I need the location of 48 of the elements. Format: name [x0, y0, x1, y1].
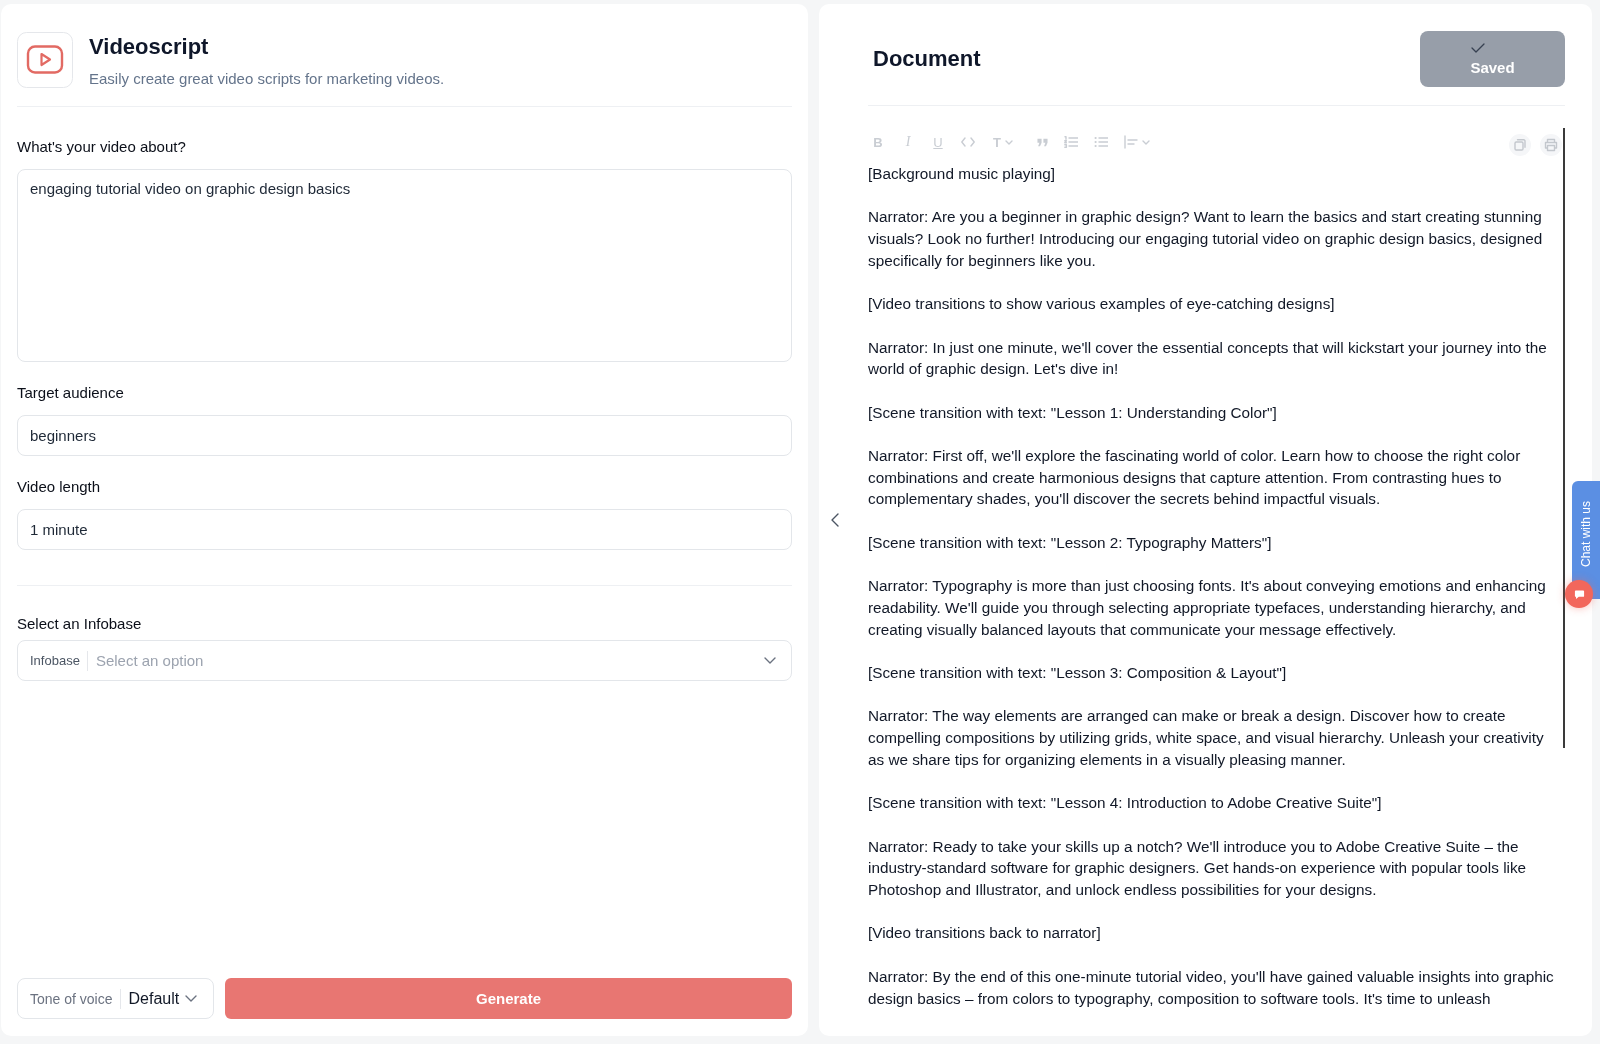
app-title: Videoscript: [89, 33, 209, 61]
description-field[interactable]: engaging tutorial video on graphic design basics: [17, 169, 792, 362]
scrollbar-thumb[interactable]: [1563, 128, 1565, 748]
quote-icon[interactable]: [1036, 137, 1048, 147]
script-paragraph: [Scene transition with text: "Lesson 4: Introduction to Adobe Creative Suite"]: [868, 793, 1383, 814]
chevron-left-icon[interactable]: [831, 513, 839, 527]
script-paragraph: [Video transitions to show various examples of eye-catching designs]: [868, 294, 1336, 315]
chevron-down-icon: [185, 995, 197, 1002]
check-icon: [1470, 42, 1485, 53]
document-title: Document: [873, 46, 981, 72]
chevron-down-icon: [764, 657, 776, 664]
field-label: Video length: [17, 477, 101, 497]
script-paragraph: Narrator: First off, we'll explore the fascinating world of color. Learn how to choose the right color combinations and create harmonious designs that capture attention. From contrasting hues to complementary shades, you'll discover the secrets behind impactful visuals.: [868, 446, 1522, 510]
video-play-icon: [17, 32, 73, 88]
script-paragraph: Narrator: Typography is more than just choosing fonts. It's about conveying emotions and enhancing readability. We'll guide you through selecting appropriate typefaces, understanding hierarchy, and creating visually balanced layouts that communicate your message effectively.: [868, 576, 1547, 640]
script-paragraph: [Video transitions back to narrator]: [868, 923, 1102, 944]
script-paragraph: [Scene transition with text: "Lesson 2: Typography Matters"]: [868, 532, 1273, 553]
select-prefix: Tone of voice: [30, 990, 113, 1007]
align-left-icon[interactable]: [1123, 135, 1138, 149]
bullet-list-icon[interactable]: [1093, 136, 1108, 148]
script-paragraph: Narrator: By the end of this one-minute tutorial video, you'll have gained valuable insights into graphic design basics – from colors to typography, composition to software tools. It's time to unleash: [868, 966, 1555, 1009]
script-paragraph: Narrator: The way elements are arranged can make or break a design. Discover how to create compelling compositions by utilizing grids, white space, and visual hierarchy. Unleash your creativity as we share tips for organizing elements in a visually pleasing manner.: [868, 706, 1545, 770]
text-field[interactable]: beginners: [17, 415, 792, 456]
chat-bubble-icon: [1573, 588, 1585, 600]
text-field[interactable]: 1 minute: [17, 509, 792, 550]
script-paragraph: [Scene transition with text: "Lesson 3: Composition & Layout"]: [868, 663, 1288, 684]
print-icon[interactable]: [1540, 134, 1562, 156]
select-prefix: Infobase: [30, 653, 80, 668]
select-value: Default: [128, 989, 181, 1008]
caret-icon[interactable]: [1141, 139, 1150, 145]
script-paragraph: [Background music playing]: [868, 164, 1057, 184]
app-subtitle: Easily create great video scripts for marketing videos.: [89, 69, 445, 89]
copy-icon[interactable]: [1509, 134, 1531, 156]
script-paragraph: [Scene transition with text: "Lesson 1: Understanding Color"]: [868, 402, 1278, 423]
script-paragraph: Narrator: Are you a beginner in graphic design? Want to learn the basics and start creating stunning visuals? Look no further! Introducing our engaging tutorial video on graphic design basics, designed specifically for beginners like you.: [868, 207, 1544, 271]
generate-button[interactable]: Generate: [225, 978, 792, 1019]
code-icon[interactable]: [961, 137, 975, 147]
field-label: Target audience: [17, 383, 124, 403]
select-placeholder: Select an option: [95, 652, 205, 669]
chat-tab[interactable]: Chat with us: [1572, 481, 1600, 599]
field-label: Select an Infobase: [17, 614, 142, 634]
field-label: What's your video about?: [17, 137, 186, 157]
save-button[interactable]: Saved: [1420, 31, 1565, 87]
script-paragraph: Narrator: Ready to take your skills up a notch? We'll introduce you to Adobe Creative Suite – the industry-standard software for graphic designers. Get hands-on experience with popular tools like Photoshop and Illustrator, and unlock endless possibilities for your designs.: [868, 836, 1528, 901]
numbered-list-icon[interactable]: [1063, 136, 1078, 148]
infobase-select[interactable]: Infobase Select an option: [17, 640, 792, 681]
script-paragraph: Narrator: In just one minute, we'll cover the essential concepts that will kickstart your journey into the world of graphic design. Let's dive in!: [868, 337, 1548, 380]
tone-select[interactable]: Tone of voice Default: [17, 978, 214, 1019]
